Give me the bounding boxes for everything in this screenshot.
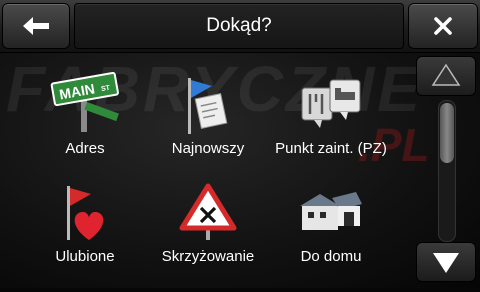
menu-item-favorites[interactable]: Ulubione bbox=[20, 182, 150, 292]
back-button[interactable] bbox=[2, 3, 70, 49]
scroll-track[interactable] bbox=[438, 100, 456, 242]
menu-item-home[interactable]: Do domu bbox=[266, 182, 396, 292]
street-sign-icon: MAIN ST bbox=[50, 72, 119, 132]
home-icon bbox=[300, 192, 362, 230]
scrollbar[interactable] bbox=[416, 56, 476, 286]
scroll-down-button[interactable] bbox=[416, 242, 476, 282]
menu-item-label: Punkt zaint. (PZ) bbox=[275, 140, 387, 157]
menu-item-address[interactable]: MAIN ST Adres bbox=[20, 72, 150, 182]
recent-flag-icon bbox=[188, 78, 228, 134]
scroll-up-button[interactable] bbox=[416, 56, 476, 96]
title-box: Dokąd? bbox=[74, 3, 404, 49]
screen: FABRYCZNE .PL Dokąd? MAIN ST Adres Najno… bbox=[0, 0, 480, 288]
menu-item-poi[interactable]: Punkt zaint. (PZ) bbox=[266, 72, 396, 182]
close-button[interactable] bbox=[408, 3, 478, 49]
page-title: Dokąd? bbox=[206, 15, 272, 36]
poi-icon bbox=[301, 79, 361, 128]
menu-item-label: Do domu bbox=[300, 248, 362, 265]
close-icon bbox=[434, 17, 452, 35]
scroll-thumb[interactable] bbox=[440, 103, 454, 163]
top-bar: Dokąd? bbox=[0, 0, 480, 53]
favorites-heart-icon bbox=[67, 186, 104, 240]
scroll-down-icon bbox=[433, 253, 459, 273]
intersection-sign-icon bbox=[179, 183, 237, 240]
arrow-left-icon bbox=[23, 17, 49, 35]
menu-item-intersection[interactable]: Skrzyżowanie bbox=[143, 182, 273, 292]
scroll-up-icon bbox=[431, 63, 461, 86]
menu-item-recent[interactable]: Najnowszy bbox=[143, 72, 273, 182]
